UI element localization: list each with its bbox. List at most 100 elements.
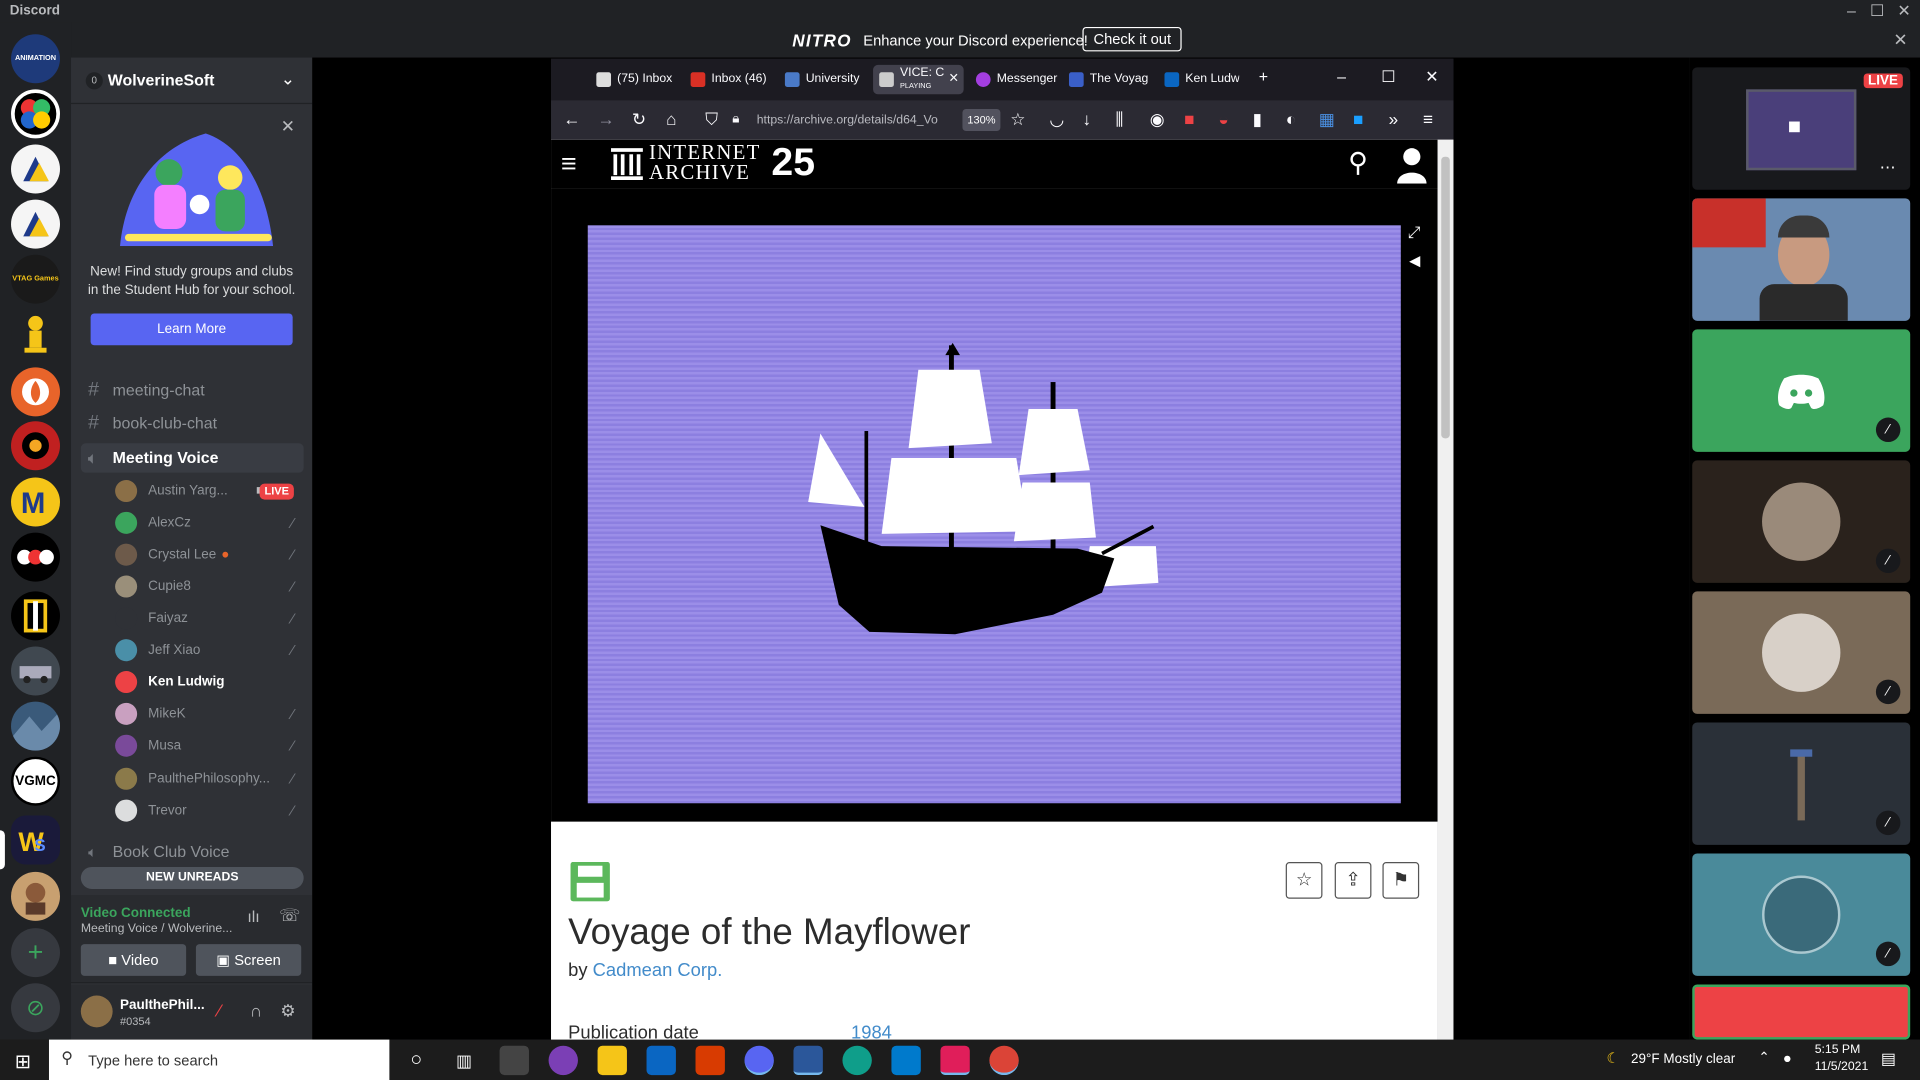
server-icon[interactable]: VGMC <box>11 756 60 806</box>
server-icon[interactable] <box>11 367 60 417</box>
user-name[interactable]: PaulthePhil... <box>120 998 205 1013</box>
learn-more-button[interactable]: Learn More <box>90 313 293 346</box>
extension-icon[interactable]: ◉ <box>1150 109 1165 130</box>
new-unreads-bar[interactable]: NEW UNREADS <box>80 866 304 889</box>
archive-logo-icon[interactable] <box>610 143 644 182</box>
bookmark-star-icon[interactable]: ☆ <box>1010 109 1025 130</box>
gear-icon[interactable]: ⚙ <box>280 1000 295 1021</box>
clock-time[interactable]: 5:15 PM <box>1815 1043 1861 1056</box>
close-icon[interactable]: ✕ <box>281 116 295 137</box>
reload-icon[interactable]: ↻ <box>632 109 646 130</box>
stream-tile[interactable]: ■ LIVE ⋯ <box>1692 67 1911 190</box>
voice-user[interactable]: PaulthePhilosophy... ⁄ <box>115 764 301 793</box>
server-icon[interactable] <box>11 591 60 641</box>
channel-book-club-voice[interactable]: 🔈︎ Book Club Voice <box>81 838 304 867</box>
search-icon[interactable]: ⚲ <box>1348 147 1368 179</box>
screen-share-button[interactable]: ▣ Screen <box>195 944 302 976</box>
author-link[interactable]: Cadmean Corp. <box>593 960 723 981</box>
store-icon[interactable] <box>499 1045 529 1076</box>
emulator-screen[interactable] <box>587 225 1401 804</box>
channel-meeting-chat[interactable]: # meeting-chat <box>81 376 304 405</box>
server-header[interactable]: 0 WolverineSoft ⌄ <box>71 58 313 105</box>
chevron-down-icon[interactable]: ⌄ <box>281 69 295 90</box>
extension-icon[interactable]: ■ <box>1184 109 1194 129</box>
server-icon[interactable]: VTAG Games <box>11 254 60 304</box>
browser-tab-active[interactable]: VICE: C PLAYING ✕ <box>873 64 964 95</box>
server-icon[interactable] <box>11 871 60 921</box>
voice-user[interactable]: Cupie8 ⁄ <box>115 572 301 601</box>
browser-tab[interactable]: Inbox (46) <box>684 65 767 94</box>
notification-icon[interactable]: ▤ <box>1881 1049 1896 1069</box>
taskbar-search[interactable]: ⚲ Type here to search <box>48 1039 390 1080</box>
participant-tile[interactable]: ⁄ <box>1692 591 1911 714</box>
weather-widget[interactable]: 29°F Mostly clear <box>1631 1052 1735 1067</box>
browser-tab[interactable]: University <box>779 65 862 94</box>
server-icon[interactable] <box>11 532 60 582</box>
voice-user[interactable]: Faiyaz ⁄ <box>115 604 301 633</box>
participant-tile[interactable]: ⁄ <box>1692 329 1911 452</box>
translate-icon[interactable]: ▦ <box>1319 109 1335 130</box>
task-view-icon[interactable]: ▥ <box>449 1046 478 1075</box>
mic-muted-icon[interactable]: ⁄ <box>218 1000 221 1020</box>
browser-tab[interactable]: Messenger <box>970 65 1061 94</box>
more-options-icon[interactable]: ⋯ <box>1880 158 1896 178</box>
file-explorer-icon[interactable] <box>597 1045 627 1076</box>
disconnect-icon[interactable]: ☏ <box>279 905 300 926</box>
participant-tile[interactable]: ⁄ <box>1692 853 1911 976</box>
channel-book-club-chat[interactable]: # book-club-chat <box>81 409 304 438</box>
close-icon[interactable]: ✕ <box>1893 29 1907 50</box>
favorite-button[interactable]: ☆ <box>1285 862 1323 899</box>
close-icon[interactable]: ✕ <box>1889 1 1918 21</box>
download-icon[interactable]: ↓ <box>1082 109 1091 129</box>
voice-user[interactable]: Ken Ludwig <box>115 667 301 696</box>
webcam-tile[interactable] <box>1692 198 1911 321</box>
browser-tab[interactable]: Ken Ludwi <box>1158 65 1239 94</box>
forward-icon[interactable]: → <box>598 109 615 129</box>
word-icon[interactable] <box>793 1045 823 1076</box>
server-icon[interactable] <box>11 701 60 751</box>
pocket-icon[interactable]: ◡ <box>1049 109 1064 130</box>
flag-button[interactable]: ⚑ <box>1382 862 1420 899</box>
fullscreen-icon[interactable]: ⤢ <box>1408 223 1421 243</box>
headphones-icon[interactable]: ∩ <box>250 1000 262 1020</box>
new-tab-icon[interactable]: + <box>1259 67 1268 85</box>
voice-user[interactable]: MikeK ⁄ <box>115 699 301 728</box>
slack-icon[interactable] <box>940 1045 970 1076</box>
share-button[interactable]: ⇪ <box>1334 862 1372 899</box>
extension-icon[interactable]: ◒ <box>1218 109 1228 129</box>
participant-tile[interactable]: ⁄ <box>1692 722 1911 845</box>
user-icon[interactable] <box>1396 144 1428 184</box>
server-icon[interactable]: M <box>11 477 60 527</box>
voice-user[interactable]: Jeff Xiao ⁄ <box>115 636 301 665</box>
url-bar[interactable]: https://archive.org/details/d64_Vo <box>757 114 938 127</box>
emulator-player[interactable]: ⤢ ◀︎ <box>551 188 1438 822</box>
channel-meeting-voice[interactable]: 🔈︎ Meeting Voice <box>80 443 304 473</box>
browser-tab[interactable]: (75) Inbox <box>590 65 673 94</box>
server-icon[interactable] <box>11 309 60 359</box>
cortana-icon[interactable]: ○ <box>402 1046 431 1075</box>
voice-user[interactable]: AlexCz ⁄ <box>115 508 301 537</box>
server-icon[interactable]: ANIMATION <box>11 34 60 84</box>
explore-servers-icon[interactable]: ⊘ <box>11 983 60 1033</box>
voice-user[interactable]: Musa ⁄ <box>115 731 301 760</box>
server-icon[interactable] <box>11 144 60 194</box>
minimize-icon[interactable]: – <box>1337 67 1346 85</box>
server-icon[interactable] <box>11 646 60 696</box>
maximize-icon[interactable]: ☐ <box>1381 67 1395 87</box>
edge-icon[interactable] <box>842 1045 872 1076</box>
participant-tile[interactable] <box>1692 984 1911 1040</box>
voice-channel-path[interactable]: Meeting Voice / Wolverine... <box>81 922 233 935</box>
publication-date-link[interactable]: 1984 <box>851 1022 892 1040</box>
participant-tile[interactable]: ⁄ <box>1692 460 1911 583</box>
library-icon[interactable]: ⫼ <box>1116 109 1124 130</box>
add-server-icon[interactable]: + <box>11 928 60 978</box>
server-icon[interactable] <box>11 89 60 139</box>
extension-icon[interactable]: ◐ <box>1286 109 1296 129</box>
discord-icon[interactable] <box>744 1045 774 1076</box>
overflow-icon[interactable]: » <box>1389 109 1399 129</box>
voice-user[interactable]: Trevor ⁄ <box>115 796 301 825</box>
microphone-icon[interactable]: ● <box>1783 1049 1792 1066</box>
vscode-icon[interactable] <box>891 1045 921 1076</box>
close-tab-icon[interactable]: ✕ <box>949 65 959 94</box>
zoom-level[interactable]: 130% <box>962 108 1001 132</box>
